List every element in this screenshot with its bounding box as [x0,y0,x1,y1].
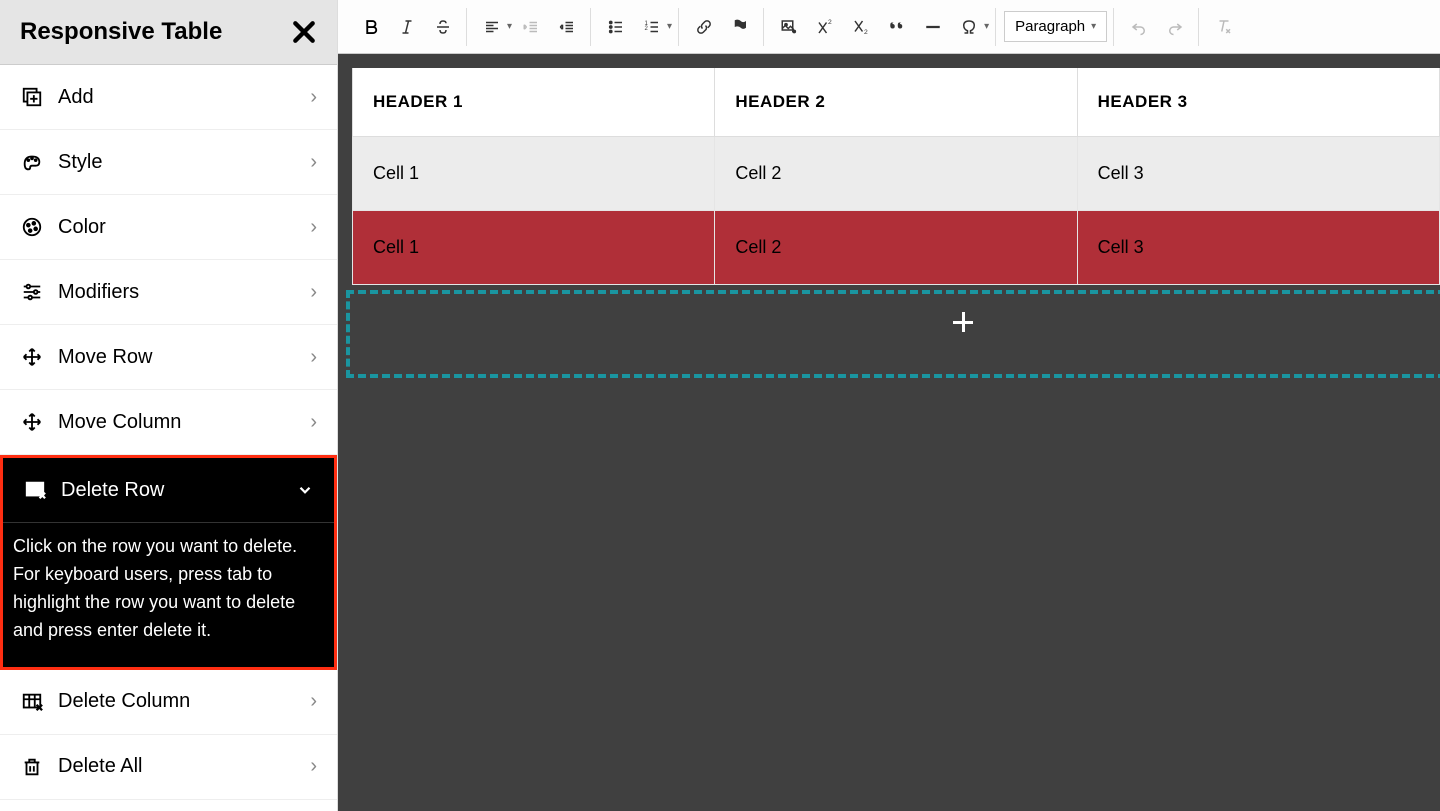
move-icon [20,345,44,369]
superscript-button[interactable]: 2 [808,10,842,44]
table-cell[interactable]: Cell 1 [353,137,715,211]
chevron-right-icon: › [310,216,317,239]
menu-label-delete-column: Delete Column [58,690,190,713]
chevron-right-icon: › [310,86,317,109]
trash-icon [20,755,44,779]
delete-row-help-text: Click on the row you want to delete. For… [3,523,334,667]
menu-item-delete-row[interactable]: Delete Row [3,458,334,523]
menu-item-delete-all[interactable]: Delete All › [0,735,337,800]
menu-label-style: Style [58,151,102,174]
menu-item-add[interactable]: Add › [0,65,337,130]
redo-button[interactable] [1158,10,1192,44]
table-row-selected[interactable]: Cell 1 Cell 2 Cell 3 [353,211,1440,285]
add-icon [20,85,44,109]
outdent-button[interactable] [514,10,548,44]
special-char-button[interactable] [952,10,986,44]
caret-down-icon: ▾ [1091,21,1096,32]
menu-label-color: Color [58,216,106,239]
chevron-right-icon: › [310,346,317,369]
menu-label-delete-row: Delete Row [61,479,164,502]
table-wrapper: HEADER 1 HEADER 2 HEADER 3 Cell 1 Cell 2… [352,68,1440,285]
media-button[interactable] [772,10,806,44]
table-header-cell[interactable]: HEADER 3 [1077,68,1439,137]
table-cell[interactable]: Cell 1 [353,211,715,285]
link-button[interactable] [687,10,721,44]
table-row[interactable]: Cell 1 Cell 2 Cell 3 [353,137,1440,211]
selection-dashed-border [346,290,1440,378]
indent-button[interactable] [550,10,584,44]
editor-canvas[interactable]: HEADER 1 HEADER 2 HEADER 3 Cell 1 Cell 2… [338,54,1440,811]
undo-button[interactable] [1122,10,1156,44]
quote-button[interactable] [880,10,914,44]
subscript-button[interactable]: 2 [844,10,878,44]
clear-format-button[interactable] [1207,10,1241,44]
bold-button[interactable] [354,10,388,44]
responsive-table[interactable]: HEADER 1 HEADER 2 HEADER 3 Cell 1 Cell 2… [352,68,1440,285]
modifiers-icon [20,280,44,304]
svg-text:2: 2 [864,28,868,35]
menu-item-delete-row-active: Delete Row Click on the row you want to … [0,455,337,670]
chevron-right-icon: › [310,281,317,304]
paragraph-format-select[interactable]: Paragraph ▾ [1004,11,1107,42]
table-cell[interactable]: Cell 2 [715,137,1077,211]
move-icon [20,410,44,434]
menu-item-delete-column[interactable]: Delete Column › [0,670,337,735]
align-button[interactable] [475,10,509,44]
menu-label-delete-all: Delete All [58,755,143,778]
style-icon [20,150,44,174]
svg-text:2: 2 [828,19,832,26]
menu-label-modifiers: Modifiers [58,281,139,304]
chevron-right-icon: › [310,411,317,434]
numbered-list-button[interactable]: 12 [635,10,669,44]
menu-item-move-column[interactable]: Move Column › [0,390,337,455]
caret-down-icon: ▾ [507,21,512,32]
menu-label-move-column: Move Column [58,411,181,434]
sidebar: Responsive Table Add › Style › [0,0,338,811]
paragraph-select-label: Paragraph [1015,18,1085,35]
chevron-right-icon: › [310,755,317,778]
menu-item-move-row[interactable]: Move Row › [0,325,337,390]
strikethrough-button[interactable] [426,10,460,44]
table-cell[interactable]: Cell 2 [715,211,1077,285]
menu-item-style[interactable]: Style › [0,130,337,195]
table-header-cell[interactable]: HEADER 2 [715,68,1077,137]
table-header-cell[interactable]: HEADER 1 [353,68,715,137]
close-icon[interactable] [291,19,317,45]
caret-down-icon: ▾ [984,21,989,32]
bullet-list-button[interactable] [599,10,633,44]
main-area: ▾ 12 ▾ 2 2 [338,0,1440,811]
sidebar-title: Responsive Table [20,18,222,46]
italic-button[interactable] [390,10,424,44]
menu-label-move-row: Move Row [58,346,152,369]
color-icon [20,215,44,239]
editor-toolbar: ▾ 12 ▾ 2 2 [338,0,1440,54]
chevron-right-icon: › [310,151,317,174]
flag-button[interactable] [723,10,757,44]
svg-text:2: 2 [645,26,649,32]
horizontal-rule-button[interactable] [916,10,950,44]
delete-table-icon [20,690,44,714]
table-cell[interactable]: Cell 3 [1077,211,1439,285]
caret-down-icon: ▾ [667,21,672,32]
table-header-row[interactable]: HEADER 1 HEADER 2 HEADER 3 [353,68,1440,137]
menu-label-add: Add [58,86,94,109]
table-cell[interactable]: Cell 3 [1077,137,1439,211]
delete-table-icon [23,478,47,502]
chevron-down-icon [296,481,314,499]
sidebar-header: Responsive Table [0,0,337,65]
chevron-right-icon: › [310,690,317,713]
menu-item-modifiers[interactable]: Modifiers › [0,260,337,325]
menu-item-color[interactable]: Color › [0,195,337,260]
